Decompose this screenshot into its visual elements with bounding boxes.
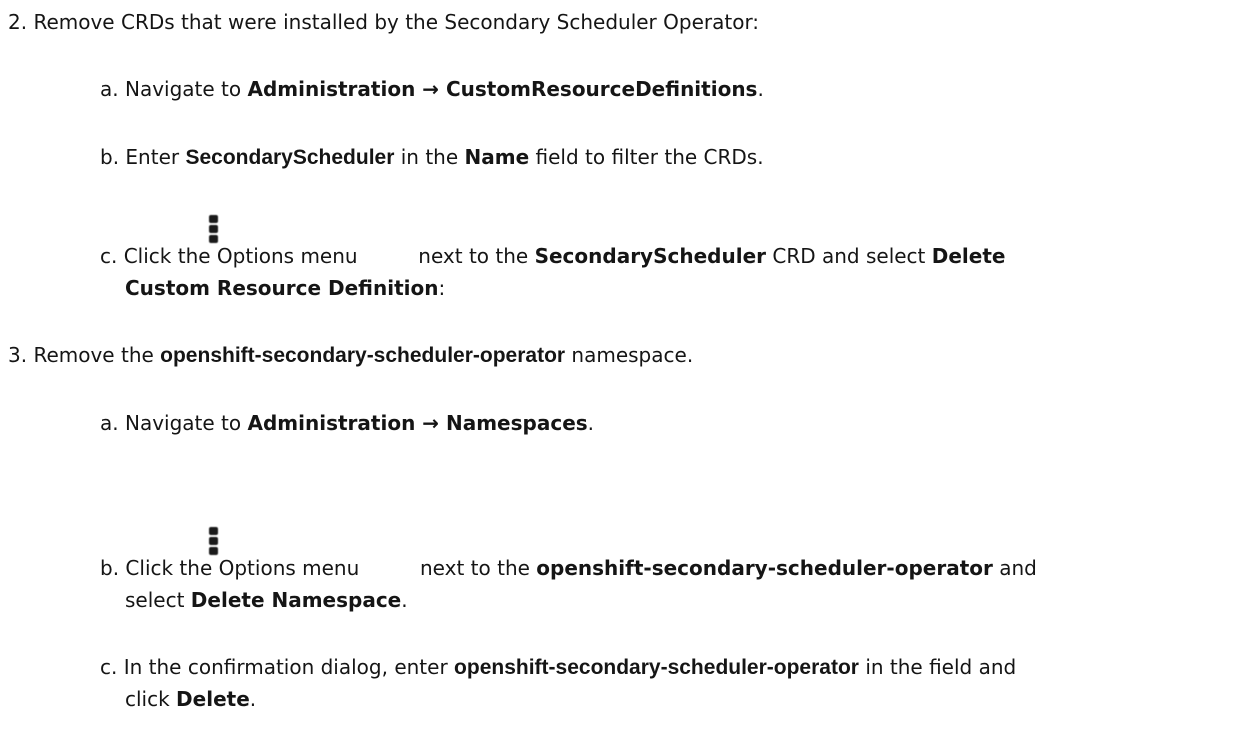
ui-namespace-name: openshift-secondary-scheduler-operator [536,556,993,580]
step-2-heading: 2. Remove CRDs that were installed by th… [8,8,759,36]
step-3-heading: 3. Remove the openshift-secondary-schedu… [8,343,694,367]
step-3c-line2: click Delete. [125,687,257,711]
strong-term: openshift-secondary-scheduler-operator [454,656,859,679]
step-3c-line1: c. In the confirmation dialog, enter ope… [100,655,1017,679]
ui-field-name: Name [464,145,530,169]
substep-marker: b. [100,145,120,169]
ui-delete-action: Delete [931,244,1006,268]
step-marker: 2. [8,10,28,34]
ui-delete-button-label: Delete [176,687,250,711]
substep-marker: a. [100,411,119,435]
substep-marker: c. [100,244,118,268]
step-3b-line2: select Delete Namespace. [125,588,408,612]
substep-marker: c. [100,655,118,679]
step-3b-line1: b. Click the Options menu next to the op… [100,556,1037,580]
strong-term: SecondaryScheduler [185,146,395,169]
step-2a: a. Navigate to Administration → CustomRe… [100,77,764,101]
strong-term: openshift-secondary-scheduler-operator [160,344,566,367]
kebab-menu-icon [208,527,220,557]
step-3a: a. Navigate to Administration → Namespac… [100,411,595,435]
kebab-menu-icon [208,215,220,245]
ui-crd-name: SecondaryScheduler [534,244,766,268]
ui-menu-path: Administration → Namespaces [247,411,588,435]
ui-delete-action: Delete Namespace [190,588,402,612]
substep-marker: b. [100,556,120,580]
ui-menu-path: Administration → CustomResourceDefinitio… [247,77,758,101]
step-2c-line1: c. Click the Options menu next to the Se… [100,244,1006,268]
step-2b: b. Enter SecondaryScheduler in the Name … [100,145,764,169]
ui-delete-action: Custom Resource Definition [125,276,439,300]
step-marker: 3. [8,343,28,367]
step-2c-line2: Custom Resource Definition: [125,276,446,300]
substep-marker: a. [100,77,119,101]
step-text: Remove CRDs that were installed by the S… [33,10,760,34]
